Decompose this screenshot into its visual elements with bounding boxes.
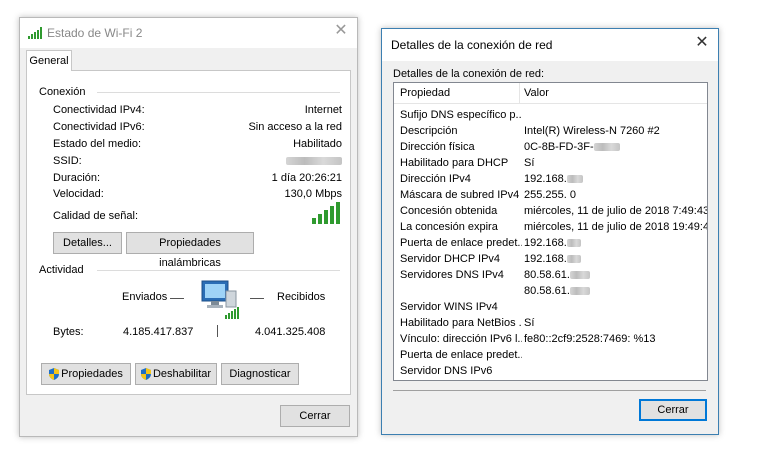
tab-general[interactable]: General bbox=[26, 50, 72, 71]
details-list[interactable]: Propiedad Valor Sufijo DNS específico p.… bbox=[393, 82, 708, 381]
properties-button-label: Propiedades bbox=[61, 368, 123, 380]
network-details-window: Detalles de la conexión de red ✕ Detalle… bbox=[381, 28, 719, 435]
ssid-label: SSID: bbox=[53, 155, 82, 167]
divider bbox=[393, 390, 706, 391]
ipv6-value: Sin acceso a la red bbox=[248, 121, 342, 133]
column-divider[interactable] bbox=[519, 83, 520, 103]
group-divider bbox=[97, 270, 340, 271]
properties-button[interactable]: Propiedades bbox=[41, 363, 131, 385]
ssid-value-redacted bbox=[286, 155, 342, 167]
column-header-property[interactable]: Propiedad bbox=[400, 87, 450, 99]
media-state-label: Estado del medio: bbox=[53, 138, 142, 150]
ipv4-label: Conectividad IPv4: bbox=[53, 104, 145, 116]
list-header: Propiedad Valor bbox=[394, 83, 707, 104]
duration-label: Duración: bbox=[53, 172, 101, 184]
network-computer-icon bbox=[201, 280, 239, 319]
diagnose-button[interactable]: Diagnosticar bbox=[221, 363, 299, 385]
details-subtitle: Detalles de la conexión de red: bbox=[393, 68, 545, 80]
bytes-label: Bytes: bbox=[53, 326, 84, 338]
close-button[interactable]: Cerrar bbox=[280, 405, 350, 427]
uac-shield-icon bbox=[49, 368, 60, 381]
wifi-signal-icon bbox=[28, 27, 42, 39]
sent-label: Enviados bbox=[122, 291, 168, 303]
close-icon[interactable]: ✕ bbox=[333, 23, 349, 39]
signal-quality-label: Calidad de señal: bbox=[53, 210, 139, 222]
title-bar: Detalles de la conexión de red ✕ bbox=[382, 29, 718, 59]
close-icon[interactable]: ✕ bbox=[694, 35, 710, 51]
general-tab-panel: Conexión Conectividad IPv4: Internet Con… bbox=[26, 70, 351, 395]
received-line bbox=[250, 298, 264, 299]
bytes-received-value: 4.041.325.408 bbox=[255, 326, 326, 338]
uac-shield-icon bbox=[140, 368, 151, 381]
duration-value: 1 día 20:26:21 bbox=[271, 172, 342, 184]
activity-group-label: Actividad bbox=[39, 264, 88, 276]
close-button[interactable]: Cerrar bbox=[639, 399, 707, 421]
disable-button[interactable]: Deshabilitar bbox=[135, 363, 217, 385]
details-button[interactable]: Detalles... bbox=[53, 232, 122, 254]
signal-bars-icon bbox=[312, 202, 340, 224]
wifi-status-window: Estado de Wi-Fi 2 ✕ General Conexión Con… bbox=[19, 17, 358, 437]
connection-group-label: Conexión bbox=[39, 86, 90, 98]
received-label: Recibidos bbox=[277, 291, 326, 303]
bytes-sent-value: 4.185.417.837 bbox=[123, 326, 194, 338]
column-header-value[interactable]: Valor bbox=[524, 87, 549, 99]
disable-button-label: Deshabilitar bbox=[152, 368, 212, 380]
speed-label: Velocidad: bbox=[53, 188, 104, 200]
ipv4-value: Internet bbox=[304, 104, 342, 116]
group-divider bbox=[97, 92, 340, 93]
media-state-value: Habilitado bbox=[293, 138, 342, 150]
ipv6-label: Conectividad IPv6: bbox=[53, 121, 145, 133]
sent-line bbox=[170, 298, 184, 299]
bytes-divider bbox=[217, 325, 218, 337]
window-title: Detalles de la conexión de red bbox=[391, 38, 553, 52]
window-title: Estado de Wi-Fi 2 bbox=[47, 26, 143, 40]
title-bar: Estado de Wi-Fi 2 ✕ bbox=[20, 18, 357, 48]
speed-value: 130,0 Mbps bbox=[284, 188, 342, 200]
wireless-properties-button[interactable]: Propiedades inalámbricas bbox=[126, 232, 254, 269]
